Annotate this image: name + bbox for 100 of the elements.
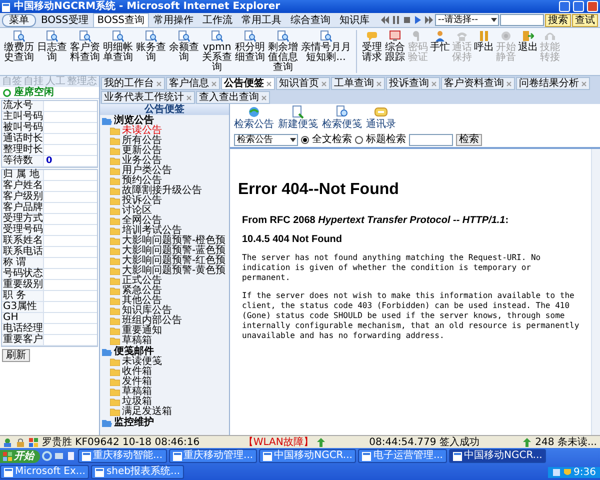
- content-tab[interactable]: 业务代表工作统计: [101, 91, 195, 104]
- toolbar-button[interactable]: 账务查询: [135, 30, 167, 63]
- taskbar-window[interactable]: Microsoft Ex...: [0, 465, 90, 479]
- toolbar-button[interactable]: 明细帐单查询: [102, 30, 134, 63]
- query-button[interactable]: 查试: [572, 14, 598, 26]
- alert-text: 【WLAN故障】: [243, 436, 314, 448]
- close-button[interactable]: [587, 1, 598, 12]
- tree-item[interactable]: 所有公告: [122, 136, 162, 146]
- menu-tab[interactable]: BOSS受理: [37, 13, 92, 27]
- tree-item[interactable]: 垃圾箱: [122, 397, 152, 407]
- monitor-icon: [389, 30, 401, 42]
- toolbar-button[interactable]: 手忙: [430, 30, 450, 53]
- menu-tab[interactable]: 综合查询: [286, 13, 335, 27]
- tree-item[interactable]: 发件箱: [122, 377, 152, 387]
- taskbar-window[interactable]: sheb报表系统...: [91, 465, 184, 479]
- menu-tab[interactable]: 常用工具: [238, 13, 286, 27]
- tree-item[interactable]: 投诉公告: [122, 196, 162, 206]
- taskbar-window[interactable]: 中国移动NGCR...: [259, 449, 356, 463]
- close-icon: [431, 80, 437, 86]
- toolbar-button[interactable]: 积分明细查询: [234, 30, 266, 63]
- rewind-icon: [380, 15, 390, 25]
- toolbar-button[interactable]: 受理请求: [361, 30, 383, 63]
- notice-action[interactable]: 新建便笺: [278, 105, 318, 130]
- tree-item[interactable]: 未读便笺: [122, 357, 162, 367]
- content-tab[interactable]: 工单查询: [331, 77, 385, 90]
- refresh-button[interactable]: 刷新: [2, 349, 30, 362]
- content-tab[interactable]: 投诉查询: [386, 77, 440, 90]
- close-icon: [581, 80, 587, 86]
- notice-action[interactable]: 检索便笺: [322, 105, 362, 130]
- toolbar-button[interactable]: 综合跟踪: [384, 30, 406, 63]
- toolbar-button[interactable]: 日志查询: [36, 30, 68, 63]
- toolbar-button[interactable]: 亲情号月月短知剩...: [300, 30, 352, 63]
- content-tab[interactable]: 客户资料查询: [441, 77, 515, 90]
- tree-item[interactable]: 讨论区: [122, 206, 152, 216]
- menu-tab[interactable]: 常用操作: [150, 13, 198, 27]
- minimize-button[interactable]: [559, 1, 570, 12]
- tree-item[interactable]: 更新公告: [122, 146, 162, 156]
- tree-item[interactable]: 满足发送箱: [122, 407, 172, 417]
- tree-section[interactable]: 监控维护: [114, 418, 154, 428]
- tree-item[interactable]: 故障割接升级公告: [122, 186, 202, 196]
- tree-item[interactable]: 紧急公告: [122, 286, 162, 296]
- tree-item[interactable]: 草稿箱: [122, 336, 152, 346]
- taskbar-window[interactable]: 重庆移动管理...: [168, 449, 258, 463]
- tree-item[interactable]: 培训考试公告: [122, 226, 182, 236]
- field-label: 重要客户: [2, 335, 44, 345]
- tree-item[interactable]: 知识库公告: [122, 306, 172, 316]
- close-icon: [156, 80, 162, 86]
- toolbar-button[interactable]: 退出: [518, 30, 538, 53]
- search-button[interactable]: 搜索: [545, 14, 571, 26]
- tree-item[interactable]: 全网公告: [122, 216, 162, 226]
- tree-section[interactable]: 浏览公告: [114, 116, 154, 126]
- toolbar-button[interactable]: vpmn关系查询: [201, 30, 233, 73]
- maximize-button[interactable]: [573, 1, 584, 12]
- tree-item[interactable]: 大影响问题预警-蓝色预: [122, 246, 226, 256]
- radio-button[interactable]: [301, 136, 309, 144]
- windows-flag-icon: [29, 438, 38, 446]
- content-tab[interactable]: 问卷结果分析: [516, 77, 590, 90]
- search-field[interactable]: [409, 134, 453, 146]
- tree-item[interactable]: 预约公告: [122, 176, 162, 186]
- taskbar-window[interactable]: 电子运营管理...: [358, 449, 447, 463]
- notice-action[interactable]: 通讯录: [366, 105, 396, 130]
- tree-item[interactable]: 收件箱: [122, 367, 152, 377]
- select-field[interactable]: --请选择--: [435, 14, 499, 26]
- search-button[interactable]: 检索: [456, 134, 482, 146]
- radio-button[interactable]: [355, 136, 363, 144]
- tree-item[interactable]: 其他公告: [122, 296, 162, 306]
- start-button[interactable]: 开始: [0, 450, 40, 462]
- menu-tab[interactable]: 知识库: [336, 13, 374, 27]
- menu-tab[interactable]: BOSS查询: [93, 13, 149, 27]
- scrollbar[interactable]: [591, 149, 600, 435]
- content-tab[interactable]: 客户信息: [166, 77, 220, 90]
- search-field[interactable]: [500, 14, 544, 26]
- content-tab[interactable]: 知识首页: [276, 77, 330, 90]
- close-icon: [321, 80, 327, 86]
- toolbar-button[interactable]: 缴费历史查询: [3, 30, 35, 63]
- menu-button[interactable]: 菜单: [2, 14, 36, 26]
- toolbar-button[interactable]: 余额查询: [168, 30, 200, 63]
- open-folder-icon: [102, 419, 112, 427]
- tree-item[interactable]: 用户类公告: [122, 166, 172, 176]
- tree-section[interactable]: 便笺邮件: [114, 347, 154, 357]
- scope-select[interactable]: 检索公告: [234, 134, 298, 146]
- taskbar-window[interactable]: 中国移动NGCR...: [448, 449, 546, 463]
- tree-item[interactable]: 业务公告: [122, 156, 162, 166]
- toolbar-button[interactable]: 剩余增值信息查询: [267, 30, 299, 73]
- toolbar-button[interactable]: 客户资料查询: [69, 30, 101, 63]
- tree-item[interactable]: 大影响问题预警-红色预: [122, 256, 226, 266]
- toolbar-button[interactable]: 呼出: [474, 30, 494, 53]
- tree-item[interactable]: 草稿箱: [122, 387, 152, 397]
- content-tab[interactable]: 查入查出查询: [196, 91, 270, 104]
- taskbar-window[interactable]: 重庆移动智能...: [78, 449, 167, 463]
- tree-item[interactable]: 大影响问题预警-橙色预: [122, 236, 226, 246]
- tree-item[interactable]: 重要通知: [122, 326, 162, 336]
- content-tab[interactable]: 我的工作台: [101, 77, 165, 90]
- notice-action[interactable]: 检索公告: [234, 105, 274, 130]
- menu-tab[interactable]: 工作流: [198, 13, 237, 27]
- tree-item[interactable]: 未读公告: [122, 126, 162, 136]
- tree-item[interactable]: 正式公告: [122, 276, 162, 286]
- content-tab[interactable]: 公告便签: [221, 77, 275, 90]
- tree-item[interactable]: 班组内部公告: [122, 316, 182, 326]
- tree-item[interactable]: 大影响问题预警-黄色预: [122, 266, 226, 276]
